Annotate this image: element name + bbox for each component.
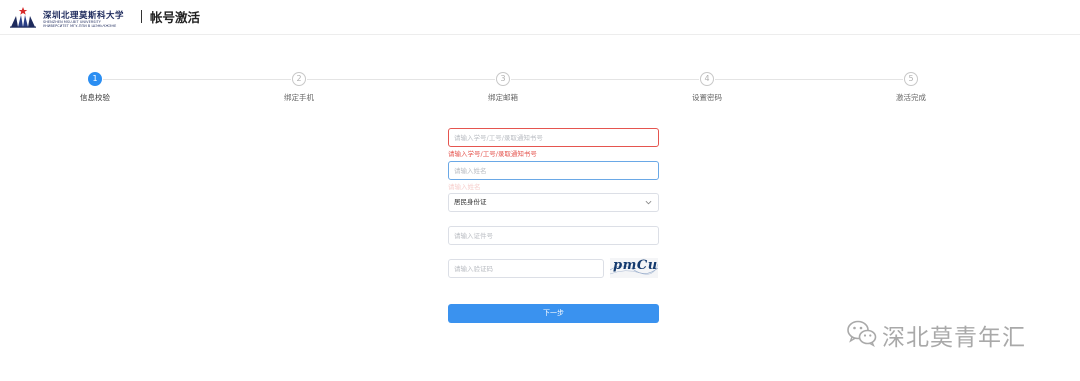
id-number-input[interactable]	[448, 226, 659, 245]
step-5-label: 激活完成	[896, 93, 926, 102]
step-connector	[103, 79, 291, 80]
id-type-selected: 居民身份证	[454, 198, 487, 206]
step-3-label: 绑定邮箱	[488, 93, 518, 102]
watermark-text: 深北莫青年汇	[882, 325, 1026, 351]
step-connector	[307, 79, 495, 80]
next-step-button[interactable]: 下一步	[448, 304, 659, 323]
step-connector	[511, 79, 699, 80]
captcha-image[interactable]: pmCu	[610, 258, 658, 278]
captcha-text: pmCu	[613, 258, 658, 273]
step-connector	[715, 79, 903, 80]
step-4-label: 设置密码	[692, 93, 722, 102]
name-input[interactable]	[448, 161, 659, 180]
wechat-icon	[847, 320, 877, 347]
step-1-indicator: 1	[88, 72, 102, 86]
step-4-indicator: 4	[700, 72, 714, 86]
captcha-input[interactable]	[448, 259, 604, 278]
step-1-label: 信息校验	[80, 93, 110, 102]
step-2-indicator: 2	[292, 72, 306, 86]
activation-steps: 1 2 3 4 5 信息校验 绑定手机 绑定邮箱 设置密码 激活完成	[0, 0, 1080, 110]
name-hint: 请输入姓名	[448, 183, 481, 191]
student-id-input[interactable]	[448, 128, 659, 147]
id-type-select[interactable]: 居民身份证	[448, 193, 659, 212]
step-5-indicator: 5	[904, 72, 918, 86]
step-3-indicator: 3	[496, 72, 510, 86]
student-id-error: 请输入学号/工号/录取通知书号	[448, 150, 537, 158]
step-2-label: 绑定手机	[284, 93, 314, 102]
chevron-down-icon	[645, 200, 652, 205]
